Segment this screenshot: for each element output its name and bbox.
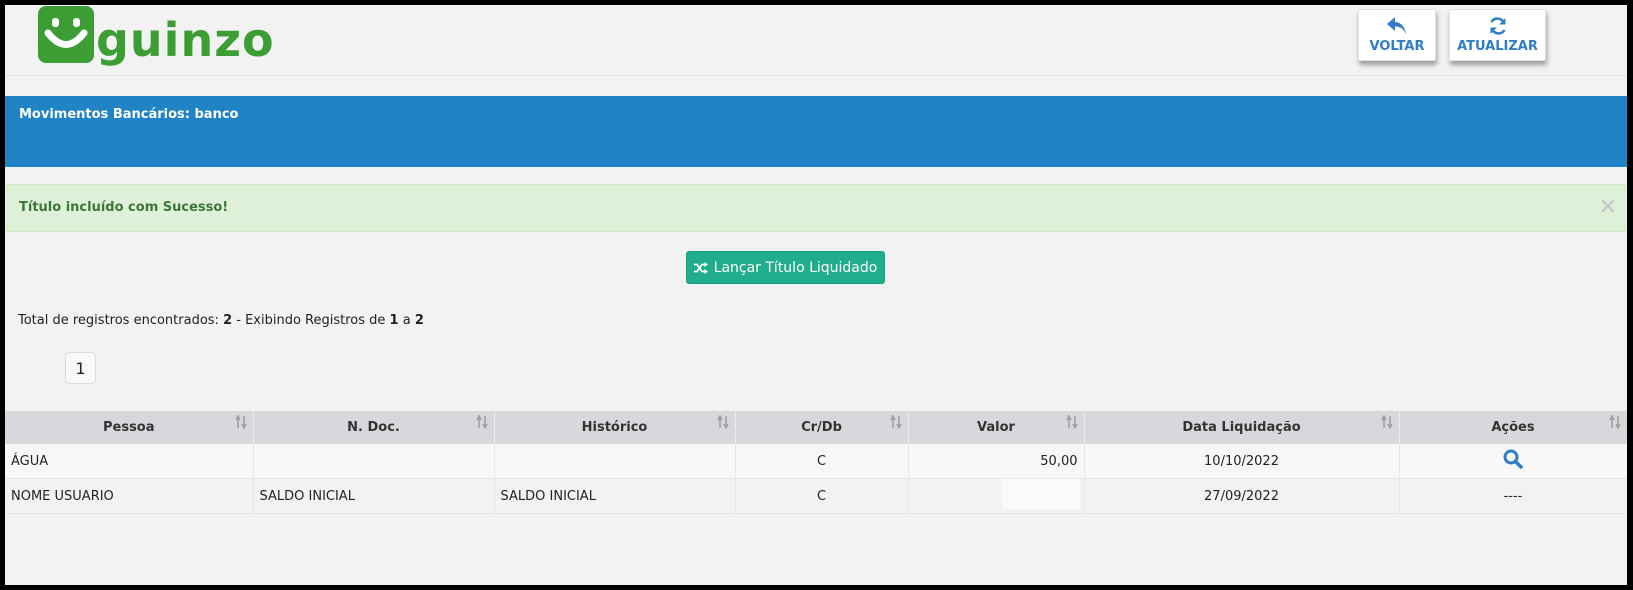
- app-frame: guinzo VOLTAR ATUALIZAR Movimentos Bancá…: [5, 5, 1627, 585]
- sort-icon: [716, 415, 729, 429]
- sort-icon: [475, 415, 488, 429]
- page-title-bar: Movimentos Bancários: banco: [5, 96, 1627, 167]
- sort-icon: [1065, 415, 1078, 429]
- logo: guinzo: [38, 6, 275, 63]
- table-row: ÁGUA C 50,00 10/10/2022: [5, 444, 1627, 479]
- cell-data: 27/09/2022: [1084, 478, 1400, 514]
- close-icon[interactable]: ×: [1599, 196, 1617, 218]
- col-header-historico[interactable]: Histórico: [494, 411, 736, 444]
- movements-table: Pessoa N. Doc. Histórico Cr/Db Valor Dat…: [5, 411, 1627, 514]
- col-header-crdb[interactable]: Cr/Db: [735, 411, 909, 444]
- cell-valor: [908, 478, 1085, 514]
- cell-data: 10/10/2022: [1084, 444, 1400, 479]
- cell-valor: 50,00: [908, 444, 1085, 479]
- col-header-valor[interactable]: Valor: [908, 411, 1085, 444]
- table-row: NOME USUARIO SALDO INICIAL SALDO INICIAL…: [5, 478, 1627, 514]
- cell-crdb: C: [735, 444, 909, 479]
- col-header-ndoc[interactable]: N. Doc.: [253, 411, 495, 444]
- atualizar-button[interactable]: ATUALIZAR: [1449, 9, 1546, 61]
- page-title: Movimentos Bancários: banco: [19, 107, 239, 122]
- range-to: 2: [414, 313, 424, 328]
- lancar-titulo-button[interactable]: Lançar Título Liquidado: [686, 251, 885, 284]
- shuffle-icon: [693, 261, 708, 274]
- header: guinzo VOLTAR ATUALIZAR: [5, 5, 1627, 76]
- cell-ndoc: [253, 444, 495, 479]
- range-from: 1: [389, 313, 399, 328]
- table-header-row: Pessoa N. Doc. Histórico Cr/Db Valor Dat…: [5, 411, 1627, 444]
- page-1-button[interactable]: 1: [65, 352, 96, 384]
- search-icon[interactable]: [1503, 449, 1523, 469]
- cell-historico: [494, 444, 736, 479]
- cell-crdb: C: [735, 478, 909, 514]
- col-header-data-liquidacao[interactable]: Data Liquidação: [1084, 411, 1400, 444]
- col-header-acoes[interactable]: Ações: [1399, 411, 1627, 444]
- total-count: 2: [223, 313, 233, 328]
- cell-ndoc: SALDO INICIAL: [253, 478, 495, 514]
- atualizar-label: ATUALIZAR: [1457, 39, 1538, 54]
- voltar-button[interactable]: VOLTAR: [1358, 9, 1436, 61]
- cell-acoes: ----: [1399, 478, 1627, 514]
- refresh-icon: [1489, 17, 1506, 35]
- sort-icon: [1380, 415, 1393, 429]
- cell-acoes: [1399, 444, 1627, 479]
- success-alert: Título incluído com Sucesso! ×: [5, 184, 1627, 232]
- sort-icon: [889, 415, 902, 429]
- reply-icon: [1387, 17, 1406, 34]
- alert-message: Título incluído com Sucesso!: [19, 200, 229, 215]
- voltar-label: VOLTAR: [1369, 39, 1425, 54]
- cell-historico: SALDO INICIAL: [494, 478, 736, 514]
- logo-text: guinzo: [96, 13, 275, 67]
- col-header-pessoa[interactable]: Pessoa: [5, 411, 254, 444]
- cell-pessoa: NOME USUARIO: [5, 478, 254, 514]
- cell-pessoa: ÁGUA: [5, 444, 254, 479]
- sort-icon: [234, 415, 247, 429]
- records-summary: Total de registros encontrados: 2 - Exib…: [18, 313, 424, 328]
- logo-smile-icon: [38, 6, 94, 63]
- sort-icon: [1608, 415, 1621, 429]
- lancar-titulo-label: Lançar Título Liquidado: [713, 259, 878, 276]
